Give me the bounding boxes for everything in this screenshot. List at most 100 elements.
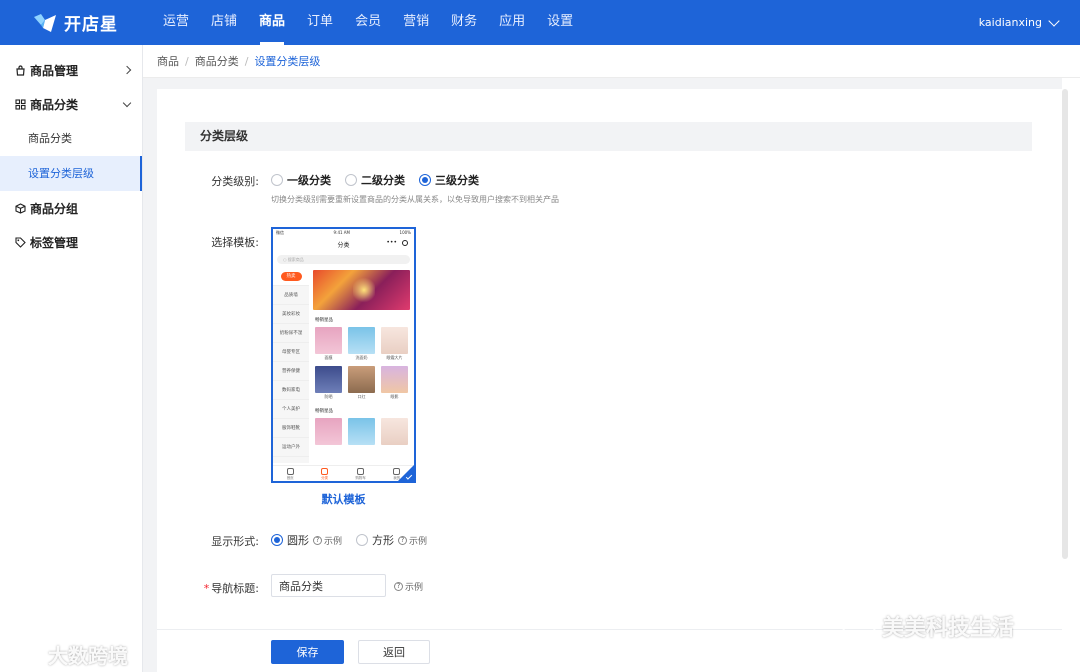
phone-category-item: 数码家电 (273, 381, 309, 400)
sidebar-group-label: 商品分类 (30, 97, 79, 112)
breadcrumb-separator: / (244, 54, 249, 68)
user-menu[interactable]: kaidianxing (978, 14, 1080, 29)
phone-product-grid: 面膜 洗面奶 眼霜大片 防晒 口红 眼影 (313, 327, 410, 401)
phone-title-bar: 分类 ••• (273, 236, 414, 252)
phone-tab-cart: 购物车 (355, 466, 366, 481)
nav-item-store[interactable]: 店铺 (200, 0, 248, 45)
watermark-text: 大数跨境 (48, 644, 128, 668)
nav-title-input[interactable] (271, 574, 386, 597)
bag-icon (14, 64, 26, 76)
sidebar-item-product-category[interactable]: 商品分类 (0, 121, 142, 156)
example-link-square[interactable]: ? 示例 (398, 534, 427, 547)
phone-product (381, 418, 408, 445)
question-icon: ? (313, 535, 322, 545)
nav-title-label: * 导航标题: (157, 580, 259, 596)
category-level-label: 分类级别: (211, 175, 259, 188)
category-icon (14, 98, 26, 110)
status-time: 9:41 AM (333, 230, 350, 235)
home-icon (286, 468, 294, 475)
template-preview-default[interactable]: 微信 9:41 AM 100% 分类 ••• ○ 搜索商品 热卖 品质墙 美妆彩… (271, 227, 416, 483)
question-icon: ? (398, 535, 408, 545)
main-nav: 运营 店铺 商品 订单 会员 营销 财务 应用 设置 (152, 0, 584, 45)
example-link-nav-title[interactable]: ? 示例 (394, 580, 423, 593)
nav-item-products[interactable]: 商品 (248, 0, 296, 45)
radio-label: 圆形 (287, 534, 309, 547)
phone-tab-category: 分类 (321, 466, 329, 481)
phone-category-item: 运动户外 (273, 438, 309, 457)
back-button[interactable]: 返回 (358, 640, 430, 664)
tag-icon (14, 236, 26, 248)
phone-product: 面膜 (315, 327, 342, 362)
nav-item-orders[interactable]: 订单 (296, 0, 344, 45)
sidebar-group-product-management[interactable]: 商品管理 (0, 53, 142, 87)
app-logo[interactable]: 开店星 (0, 0, 144, 45)
breadcrumb-current: 设置分类层级 (254, 55, 321, 68)
nav-item-operations[interactable]: 运营 (152, 0, 200, 45)
phone-product: 眼影 (381, 366, 408, 401)
chevron-down-icon (1048, 14, 1060, 27)
sidebar-group-tag-management[interactable]: 标签管理 (0, 225, 142, 259)
radio-label: 二级分类 (361, 174, 405, 187)
nav-item-apps[interactable]: 应用 (488, 0, 536, 45)
sidebar-group-product-grouping[interactable]: 商品分组 (0, 191, 142, 225)
phone-category-item: 奶粉尿不湿 (273, 324, 309, 343)
breadcrumb: 商品 / 商品分类 / 设置分类层级 (143, 45, 1080, 78)
phone-category-item: 美妆彩妆 (273, 305, 309, 324)
radio-dot-selected (419, 174, 431, 186)
nav-item-marketing[interactable]: 营销 (392, 0, 440, 45)
radio-level-three[interactable]: 三级分类 (419, 172, 479, 188)
example-label: 示例 (324, 536, 343, 547)
radio-square[interactable]: 方形 (356, 532, 394, 548)
radio-dot (271, 174, 283, 186)
example-label: 示例 (409, 536, 428, 547)
phone-tab-home: 首页 (286, 466, 294, 481)
sidebar: 商品管理 商品分类 商品分类 设置分类层级 商品分组 标签管理 (0, 45, 143, 672)
required-mark: * (203, 582, 210, 595)
phone-category-item: 热卖 (273, 267, 309, 286)
sidebar-group-label: 商品管理 (30, 63, 79, 78)
template-name[interactable]: 默认模板 (271, 491, 416, 507)
sidebar-group-label: 标签管理 (30, 235, 79, 250)
watermark-right: 美美科技生活 (842, 610, 1014, 642)
question-icon: ? (394, 582, 403, 591)
radio-circle[interactable]: 圆形 (271, 532, 309, 548)
phone-section-title: 畅销星品 (315, 318, 333, 323)
example-link-circle[interactable]: ? 示例 (313, 534, 342, 547)
nav-item-members[interactable]: 会员 (344, 0, 392, 45)
sidebar-group-label: 商品分组 (30, 201, 79, 216)
phone-category-item: 营养保健 (273, 362, 309, 381)
phone-banner-image (313, 270, 410, 310)
radio-label: 方形 (372, 534, 395, 547)
grid-icon (321, 468, 329, 475)
wechat-icon (842, 615, 876, 637)
phone-section-title: 畅销星品 (315, 409, 333, 414)
radio-dot (356, 534, 369, 546)
watermark-logo-icon (8, 643, 42, 666)
section-title: 分类层级 (185, 122, 1032, 151)
radio-level-two[interactable]: 二级分类 (345, 172, 405, 188)
nav-item-settings[interactable]: 设置 (536, 0, 584, 45)
scrollbar-thumb[interactable] (1062, 89, 1068, 559)
breadcrumb-item[interactable]: 商品分类 (195, 53, 239, 69)
phone-product: 眼霜大片 (381, 327, 408, 362)
radio-level-one[interactable]: 一级分类 (271, 172, 331, 188)
template-label: 选择模板: (211, 236, 259, 249)
status-battery: 100% (399, 230, 411, 235)
sidebar-item-set-category-level[interactable]: 设置分类层级 (0, 156, 142, 191)
nav-item-finance[interactable]: 财务 (440, 0, 488, 45)
radio-dot-selected (271, 534, 283, 546)
save-button[interactable]: 保存 (271, 640, 344, 664)
sidebar-group-product-category[interactable]: 商品分类 (0, 87, 142, 121)
category-level-hint: 切换分类级别需要重新设置商品的分类从属关系，以免导致用户搜索不到相关产品 (271, 195, 559, 204)
display-style-radio-group: 圆形 ? 示例 方形 ? 示例 (271, 532, 441, 548)
logo-icon (34, 13, 56, 32)
phone-product-area: 畅销星品 面膜 洗面奶 眼霜大片 防晒 口红 眼影 畅销星品 (309, 267, 414, 463)
radio-label: 一级分类 (287, 174, 331, 187)
breadcrumb-separator: / (185, 54, 189, 68)
user-name: kaidianxing (978, 16, 1042, 29)
example-label: 示例 (405, 583, 424, 593)
phone-product (315, 418, 342, 445)
phone-product (348, 418, 375, 445)
breadcrumb-item[interactable]: 商品 (157, 53, 179, 69)
phone-category-item: 品质墙 (273, 286, 309, 305)
